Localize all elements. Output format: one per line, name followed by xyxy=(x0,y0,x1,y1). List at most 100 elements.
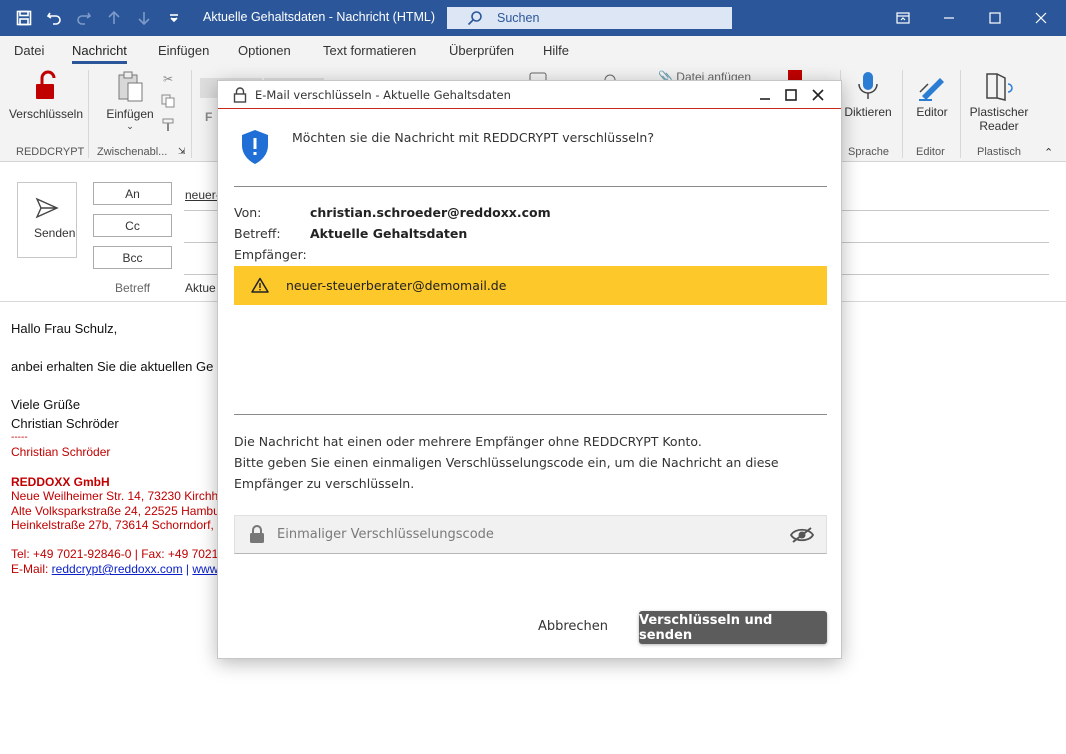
search-icon xyxy=(467,11,482,26)
signature-address: Heinkelstraße 27b, 73614 Schorndorf, xyxy=(11,518,214,532)
tab-optionen[interactable]: Optionen xyxy=(238,43,291,58)
format-painter-icon[interactable] xyxy=(159,118,177,135)
hide-password-icon[interactable] xyxy=(790,527,814,543)
signature-separator: | xyxy=(182,562,193,576)
dialog-title: E-Mail verschlüsseln - Aktuelle Gehaltsd… xyxy=(255,88,511,102)
from-label: Von: xyxy=(234,205,262,220)
undo-icon[interactable] xyxy=(44,8,64,28)
signature-web-link[interactable]: www xyxy=(192,562,218,576)
from-value: christian.schroeder@reddoxx.com xyxy=(310,205,551,220)
bold-icon[interactable]: F xyxy=(205,110,212,124)
tab-hilfe[interactable]: Hilfe xyxy=(543,43,569,58)
immersive-reader-button[interactable]: Plastischer Reader xyxy=(966,70,1032,133)
editor-button[interactable]: Editor xyxy=(906,70,958,119)
info-line: Bitte geben Sie einen einmaligen Verschl… xyxy=(234,455,779,491)
group-editor-label: Editor xyxy=(916,146,945,158)
subject-value: Aktuelle Gehaltsdaten xyxy=(310,226,468,241)
encrypt-and-send-button[interactable]: Verschlüsseln und senden xyxy=(639,611,827,644)
cancel-button[interactable]: Abbrechen xyxy=(528,611,618,641)
signature-name: Christian Schröder xyxy=(11,445,111,459)
padlock-icon xyxy=(250,525,264,543)
clipboard-icon xyxy=(118,71,143,102)
minimize-button[interactable] xyxy=(926,0,972,36)
immersive-reader-icon xyxy=(986,73,1013,101)
encryption-code-input[interactable]: Einmaliger Verschlüsselungscode xyxy=(234,515,827,554)
dialog-divider xyxy=(234,186,827,187)
paste-label: Einfügen xyxy=(106,107,154,121)
shield-alert-icon xyxy=(242,130,268,164)
signature-email-link[interactable]: reddcrypt@reddoxx.com xyxy=(52,562,183,576)
signature-address: Neue Weilheimer Str. 14, 73230 Kirchh xyxy=(11,489,219,503)
ribbon-tabs: Datei Nachricht Einfügen Optionen Text f… xyxy=(0,36,1066,66)
search-box[interactable]: Suchen xyxy=(447,7,732,29)
signature-company: REDDOXX GmbH xyxy=(11,475,110,489)
subject-field[interactable]: Aktue xyxy=(185,281,216,295)
closing-text: Viele Grüße xyxy=(11,397,81,412)
sender-name: Christian Schröder xyxy=(11,416,119,431)
ribbon-separator xyxy=(902,70,903,158)
tab-ueberpruefen[interactable]: Überprüfen xyxy=(449,43,514,58)
dialog-launcher-icon[interactable]: ⇲ xyxy=(178,146,186,157)
send-label: Senden xyxy=(34,226,76,240)
group-speech-label: Sprache xyxy=(848,146,889,158)
dialog-minimize-button[interactable] xyxy=(754,85,776,105)
bcc-button[interactable]: Bcc xyxy=(93,246,172,269)
body-line: anbei erhalten Sie die aktuellen Ge xyxy=(11,359,214,374)
close-button[interactable] xyxy=(1018,0,1064,36)
to-button[interactable]: An xyxy=(93,182,172,205)
recipients-label: Empfänger: xyxy=(234,247,307,262)
up-arrow-icon[interactable] xyxy=(104,8,124,28)
maximize-button[interactable] xyxy=(972,0,1018,36)
dialog-divider xyxy=(234,414,827,415)
group-reddcrypt-label: REDDCRYPT xyxy=(16,146,85,158)
dictate-button[interactable]: Diktieren xyxy=(842,70,894,119)
dialog-question: Möchten sie die Nachricht mit REDDCRYPT … xyxy=(292,130,654,145)
editor-pen-icon xyxy=(919,78,944,101)
customize-qat-icon[interactable] xyxy=(164,8,184,28)
group-immersive-label: Plastisch xyxy=(977,146,1022,158)
ribbon-separator xyxy=(88,70,89,158)
dialog-close-button[interactable] xyxy=(807,85,829,105)
encrypt-button[interactable]: Verschlüsseln xyxy=(8,70,84,121)
padlock-icon xyxy=(233,87,247,103)
tab-text-formatieren[interactable]: Text formatieren xyxy=(323,43,416,58)
send-button[interactable]: Senden xyxy=(17,182,77,258)
cc-button[interactable]: Cc xyxy=(93,214,172,237)
dictate-label: Diktieren xyxy=(844,105,892,119)
reader-label-line1: Plastischer xyxy=(969,105,1029,119)
tab-datei[interactable]: Datei xyxy=(14,43,44,58)
search-label: Suchen xyxy=(497,11,540,25)
unlocked-padlock-icon xyxy=(36,70,56,99)
encrypt-dialog: E-Mail verschlüsseln - Aktuelle Gehaltsd… xyxy=(217,80,842,659)
recipient-email: neuer-steuerberater@demomail.de xyxy=(286,278,507,293)
chevron-down-icon: ⌄ xyxy=(126,121,134,131)
greeting-text: Hallo Frau Schulz, xyxy=(11,321,118,336)
info-text: Die Nachricht hat einen oder mehrere Emp… xyxy=(234,431,827,494)
paste-button[interactable]: Einfügen ⌄ xyxy=(100,70,160,132)
group-clipboard-label: Zwischenabl... xyxy=(97,146,168,158)
save-icon[interactable] xyxy=(14,8,34,28)
warning-icon xyxy=(251,277,269,293)
microphone-icon xyxy=(858,72,878,99)
signature-dash: ----- xyxy=(11,432,28,443)
subject-label: Betreff xyxy=(115,281,151,295)
redo-icon[interactable] xyxy=(74,8,94,28)
copy-icon[interactable] xyxy=(159,94,177,111)
window-title: Aktuelle Gehaltsdaten - Nachricht (HTML) xyxy=(203,10,436,24)
dialog-maximize-button[interactable] xyxy=(780,85,802,105)
encrypt-label: Verschlüsseln xyxy=(8,107,84,121)
subject-label: Betreff: xyxy=(234,226,281,241)
code-placeholder: Einmaliger Verschlüsselungscode xyxy=(277,527,494,542)
to-field[interactable]: neuer- xyxy=(185,188,220,202)
tab-einfuegen[interactable]: Einfügen xyxy=(158,43,209,58)
signature-email-label: E-Mail: xyxy=(11,562,52,576)
info-line: Die Nachricht hat einen oder mehrere Emp… xyxy=(234,434,702,449)
cut-icon[interactable]: ✂ xyxy=(159,72,177,86)
title-bar: Aktuelle Gehaltsdaten - Nachricht (HTML)… xyxy=(0,0,1066,36)
collapse-ribbon-icon[interactable]: ⌃ xyxy=(1044,146,1053,159)
tab-nachricht[interactable]: Nachricht xyxy=(72,43,127,64)
down-arrow-icon[interactable] xyxy=(134,8,154,28)
ribbon-display-options-icon[interactable] xyxy=(880,0,926,36)
signature-phone: Tel: +49 7021-92846-0 | Fax: +49 7021 xyxy=(11,547,219,561)
reader-label-line2: Reader xyxy=(979,119,1019,133)
